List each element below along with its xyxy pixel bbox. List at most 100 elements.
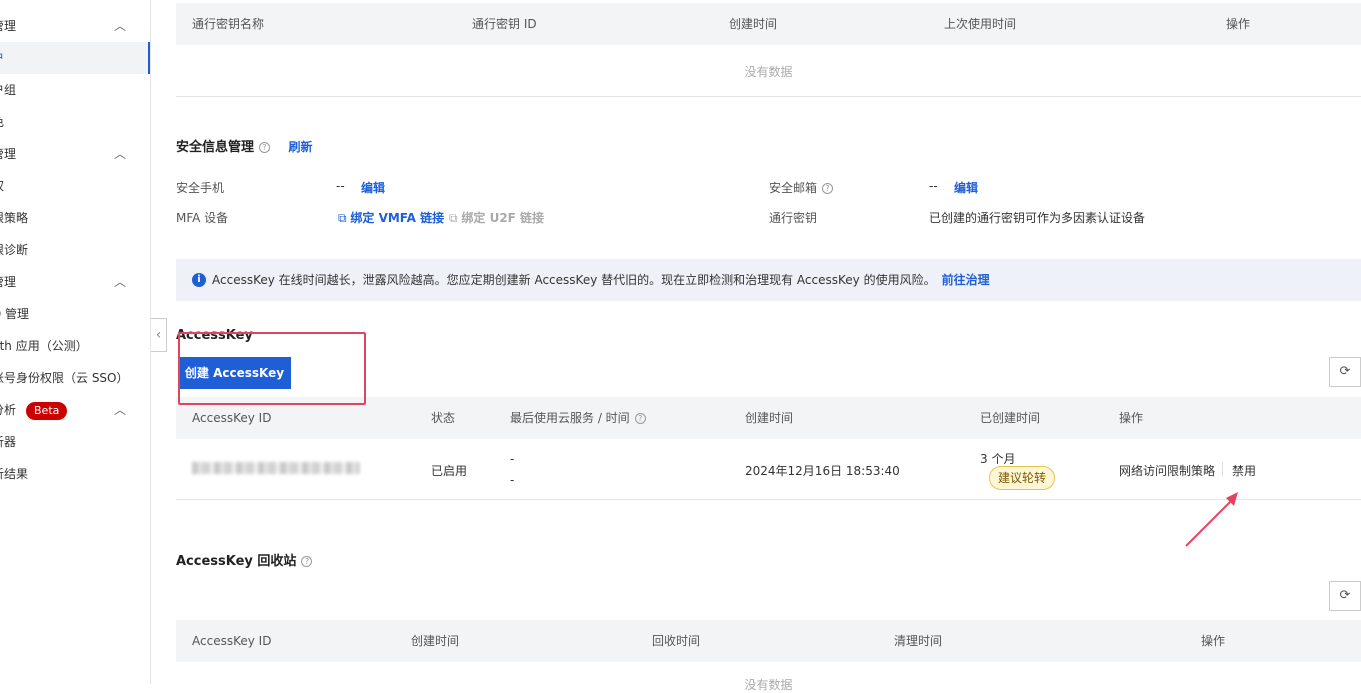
divider	[1222, 462, 1223, 476]
bind-u2f-text: 绑定 U2F 链接	[461, 211, 545, 225]
chevron-up-icon: ︿	[113, 275, 126, 289]
sidebar-group-2[interactable]: 管理 ︿	[0, 138, 150, 170]
passkey-table-header: 通行密钥名称 通行密钥 ID 创建时间 上次使用时间 操作	[176, 3, 1361, 45]
sidebar-item-id-management[interactable]: D 管理	[0, 298, 150, 330]
disable-link[interactable]: 禁用	[1232, 462, 1256, 479]
notice-text: AccessKey 在线时间越长，泄露风险越高。您应定期创建新 AccessKe…	[212, 273, 936, 287]
sidebar-label: 析结果	[0, 467, 29, 481]
column-header: 清理时间	[894, 634, 943, 648]
sidebar-label: D 管理	[0, 307, 30, 321]
sidebar-item-diagnosis[interactable]: 限诊断	[0, 234, 150, 266]
empty-state: 没有数据	[744, 65, 793, 79]
column-header: AccessKey ID	[192, 634, 272, 648]
help-icon[interactable]: ?	[822, 183, 834, 194]
sidebar-item-policies[interactable]: 限策略	[0, 202, 150, 234]
sidebar-label: 分析	[0, 403, 17, 417]
sidebar-item-roles[interactable]: 色	[0, 106, 150, 138]
sidebar-label: 户	[0, 42, 4, 74]
security-section-title: 安全信息管理? 刷新	[176, 136, 313, 155]
notice-text-wrap: AccessKey 在线时间越长，泄露风险越高。您应定期创建新 AccessKe…	[212, 259, 990, 301]
help-icon[interactable]: ?	[301, 556, 313, 567]
column-header: 操作	[1119, 411, 1144, 425]
recycle-table-header: AccessKey ID 创建时间 回收时间 清理时间 操作	[176, 620, 1361, 662]
email-value: --	[929, 179, 938, 193]
last-time: -	[510, 473, 515, 487]
column-header: 回收时间	[652, 634, 701, 648]
sidebar-label: 限策略	[0, 211, 29, 225]
sidebar-label: 管理	[0, 19, 17, 33]
info-icon: i	[192, 273, 206, 287]
column-header: 创建时间	[729, 17, 778, 31]
copy-icon: ⧉	[449, 211, 462, 225]
sidebar-item-analyzer[interactable]: 析器	[0, 426, 150, 458]
sidebar-label: 账号身份权限（云 SSO）	[0, 371, 129, 385]
column-header: 创建时间	[411, 634, 460, 648]
highlight-box	[178, 332, 366, 405]
column-header: 上次使用时间	[944, 17, 1017, 31]
govern-link[interactable]: 前往治理	[942, 273, 990, 287]
sidebar-item-authorization[interactable]: 权	[0, 170, 150, 202]
risk-notice: i AccessKey 在线时间越长，泄露风险越高。您应定期创建新 Access…	[176, 259, 1361, 301]
sidebar-collapse-icon[interactable]: ‹	[151, 318, 167, 352]
email-label-text: 安全邮箱	[769, 181, 818, 195]
edit-phone-link[interactable]: 编辑	[361, 179, 385, 196]
empty-state: 没有数据	[744, 678, 793, 692]
sidebar: 管理 ︿ 户 户组 色 管理 ︿ 权 限策略 限诊断 管理 ︿ D 管理 uth 应用…	[0, 0, 151, 684]
divider	[176, 96, 1361, 97]
refresh-link[interactable]: 刷新	[289, 140, 313, 154]
column-header: 通行密钥 ID	[472, 17, 537, 31]
column-header: 操作	[1201, 634, 1226, 648]
chevron-up-icon: ︿	[113, 19, 126, 33]
sidebar-group-3[interactable]: 管理 ︿	[0, 266, 150, 298]
column-header: 创建时间	[745, 411, 794, 425]
age-text: 3 个月	[980, 452, 1016, 466]
recycle-title-text: AccessKey 回收站	[176, 554, 297, 569]
sidebar-label: 权	[0, 170, 4, 202]
sidebar-label: 色	[0, 106, 4, 138]
sidebar-item-users[interactable]: 户	[0, 42, 150, 74]
sidebar-label: 限诊断	[0, 243, 29, 257]
sidebar-label: 户组	[0, 83, 17, 97]
created-time: 2024年12月16日 18:53:40	[745, 464, 900, 478]
passkey-value: 已创建的通行密钥可作为多因素认证设备	[929, 211, 1146, 225]
section-title-text: 安全信息管理	[176, 140, 255, 155]
help-icon[interactable]: ?	[634, 413, 646, 424]
sidebar-item-sso[interactable]: 账号身份权限（云 SSO）	[0, 362, 150, 394]
column-header-text: 最后使用云服务 / 时间	[510, 411, 630, 425]
column-header: 通行密钥名称	[192, 17, 265, 31]
annotation-arrow-icon	[1185, 492, 1238, 547]
refresh-icon[interactable]: ⟳	[1329, 357, 1361, 387]
sidebar-label: uth 应用（公测）	[0, 339, 88, 353]
masked-accesskey-id	[192, 462, 360, 474]
edit-email-link[interactable]: 编辑	[954, 179, 978, 196]
chevron-up-icon: ︿	[113, 147, 126, 161]
email-label: 安全邮箱?	[769, 179, 834, 196]
sidebar-item-analysis-results[interactable]: 析结果	[0, 458, 150, 490]
sidebar-label: 管理	[0, 147, 17, 161]
recycle-section-title: AccessKey 回收站?	[176, 550, 313, 569]
sidebar-item-oauth[interactable]: uth 应用（公测）	[0, 330, 150, 362]
sidebar-group-analysis[interactable]: 分析 Beta ︿	[0, 394, 150, 426]
bind-u2f-link[interactable]: ⧉ 绑定 U2F 链接	[449, 209, 544, 226]
network-policy-link[interactable]: 网络访问限制策略	[1119, 462, 1215, 479]
sidebar-group-1[interactable]: 管理 ︿	[0, 10, 150, 42]
sidebar-item-user-groups[interactable]: 户组	[0, 74, 150, 106]
beta-badge: Beta	[26, 401, 68, 420]
passkey-label: 通行密钥	[769, 211, 818, 225]
bind-vmfa-link[interactable]: ⧉ 绑定 VMFA 链接	[338, 209, 444, 226]
chevron-up-icon: ︿	[113, 403, 126, 417]
last-service: -	[510, 452, 515, 466]
phone-value: --	[336, 179, 345, 193]
sidebar-label: 析器	[0, 435, 17, 449]
status-text: 已启用	[431, 464, 468, 478]
mfa-label: MFA 设备	[176, 211, 229, 225]
help-icon[interactable]: ?	[259, 142, 271, 153]
copy-icon: ⧉	[338, 211, 351, 225]
refresh-icon[interactable]: ⟳	[1329, 581, 1361, 611]
sidebar-label: 管理	[0, 275, 17, 289]
rotate-tag: 建议轮转	[989, 466, 1056, 490]
phone-label: 安全手机	[176, 181, 225, 195]
bind-vmfa-text: 绑定 VMFA 链接	[350, 211, 445, 225]
column-header: 已创建时间	[980, 411, 1041, 425]
column-header: 状态	[431, 411, 456, 425]
